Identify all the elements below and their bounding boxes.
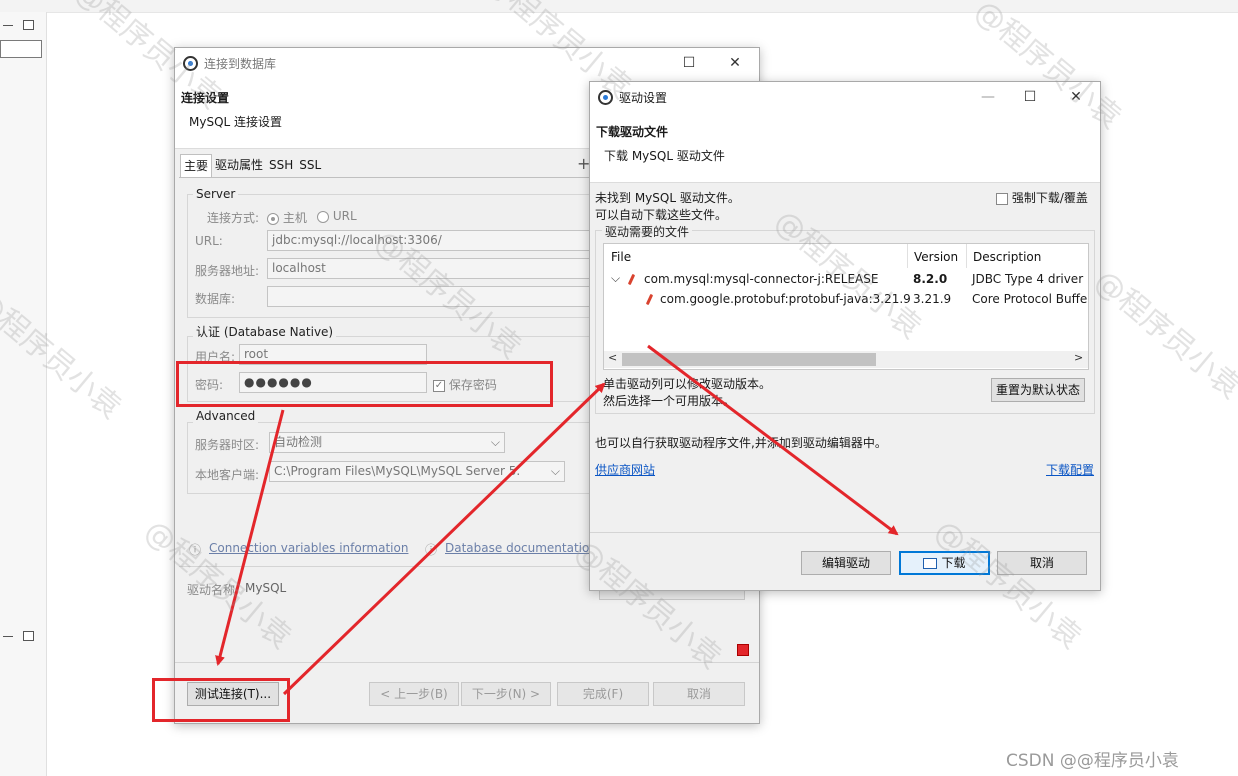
arrow-to-driver-dialog [282, 382, 606, 696]
arrow-to-download-button [647, 344, 899, 536]
annotation-arrows [215, 344, 899, 696]
footer-credit: CSDN @@程序员小袁 [1006, 751, 1179, 771]
